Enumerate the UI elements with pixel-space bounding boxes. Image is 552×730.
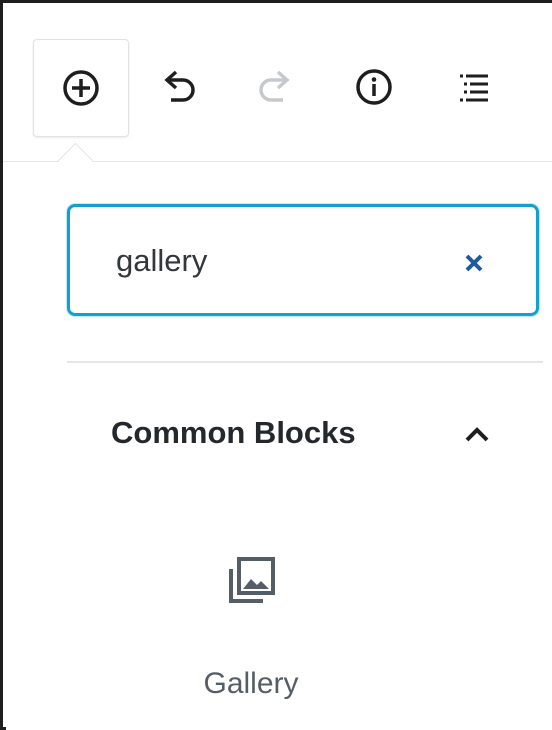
block-item-gallery[interactable]: Gallery: [176, 532, 326, 712]
info-icon: [356, 69, 392, 105]
common-blocks-header[interactable]: Common Blocks: [67, 412, 543, 454]
block-search-value[interactable]: gallery: [116, 245, 207, 277]
section-divider: [67, 361, 543, 363]
undo-button[interactable]: [131, 39, 225, 135]
list-view-button[interactable]: [427, 39, 521, 135]
editor-toolbar: [3, 3, 552, 162]
undo-icon: [164, 70, 195, 102]
redo-button[interactable]: [229, 39, 323, 135]
redo-icon: [259, 70, 290, 102]
add-block-button[interactable]: [33, 39, 129, 137]
gallery-icon: [216, 548, 286, 618]
chevron-up-icon: [465, 427, 489, 442]
close-icon: [465, 254, 483, 272]
section-title: Common Blocks: [111, 415, 356, 450]
block-label-gallery: Gallery: [203, 667, 299, 700]
plus-circle-icon: [63, 70, 99, 106]
info-button[interactable]: [327, 39, 421, 135]
collapse-section-button[interactable]: [455, 416, 499, 452]
list-view-icon: [460, 74, 488, 102]
window-frame: gallery Common Blocks Gallery: [0, 0, 552, 730]
block-search-field[interactable]: gallery: [67, 204, 539, 316]
clear-search-button[interactable]: [456, 245, 492, 281]
block-inserter-panel: gallery Common Blocks Gallery: [6, 162, 552, 730]
